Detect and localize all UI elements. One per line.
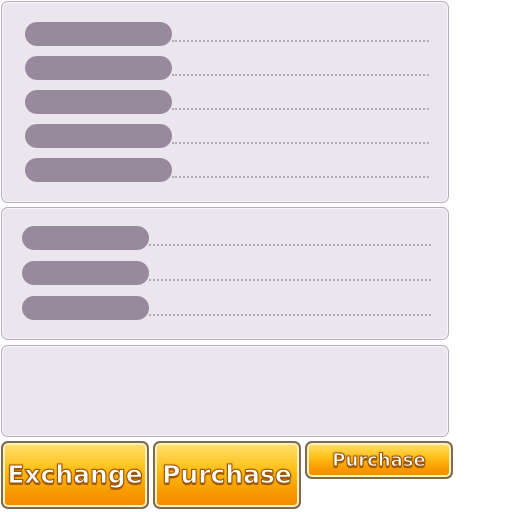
row-label-placeholder xyxy=(25,158,172,182)
row-label-placeholder xyxy=(25,90,172,114)
purchase-button[interactable]: Purchase xyxy=(153,441,301,509)
list-row xyxy=(2,56,448,80)
row-label-placeholder xyxy=(25,22,172,46)
list-row xyxy=(2,124,448,148)
row-label-placeholder xyxy=(25,124,172,148)
list-row xyxy=(2,22,448,46)
dotted-leader xyxy=(172,40,429,42)
cost-summary-panel xyxy=(1,207,449,340)
dotted-leader xyxy=(149,244,431,246)
dotted-leader xyxy=(149,279,431,281)
dotted-leader xyxy=(172,142,429,144)
list-row xyxy=(2,158,448,182)
list-row xyxy=(2,261,448,285)
row-label-placeholder xyxy=(22,296,149,320)
list-row xyxy=(2,90,448,114)
dotted-leader xyxy=(172,108,429,110)
row-label-placeholder xyxy=(22,226,149,250)
description-panel xyxy=(1,345,449,437)
item-list-panel xyxy=(1,1,449,203)
row-label-placeholder xyxy=(25,56,172,80)
list-row xyxy=(2,226,448,250)
exchange-button[interactable]: Exchange xyxy=(1,441,149,509)
dotted-leader xyxy=(172,74,429,76)
dotted-leader xyxy=(172,176,429,178)
purchase-small-button[interactable]: Purchase xyxy=(305,441,453,479)
list-row xyxy=(2,296,448,320)
row-label-placeholder xyxy=(22,261,149,285)
shop-window: Exchange Purchase Purchase xyxy=(0,0,512,512)
dotted-leader xyxy=(149,314,431,316)
